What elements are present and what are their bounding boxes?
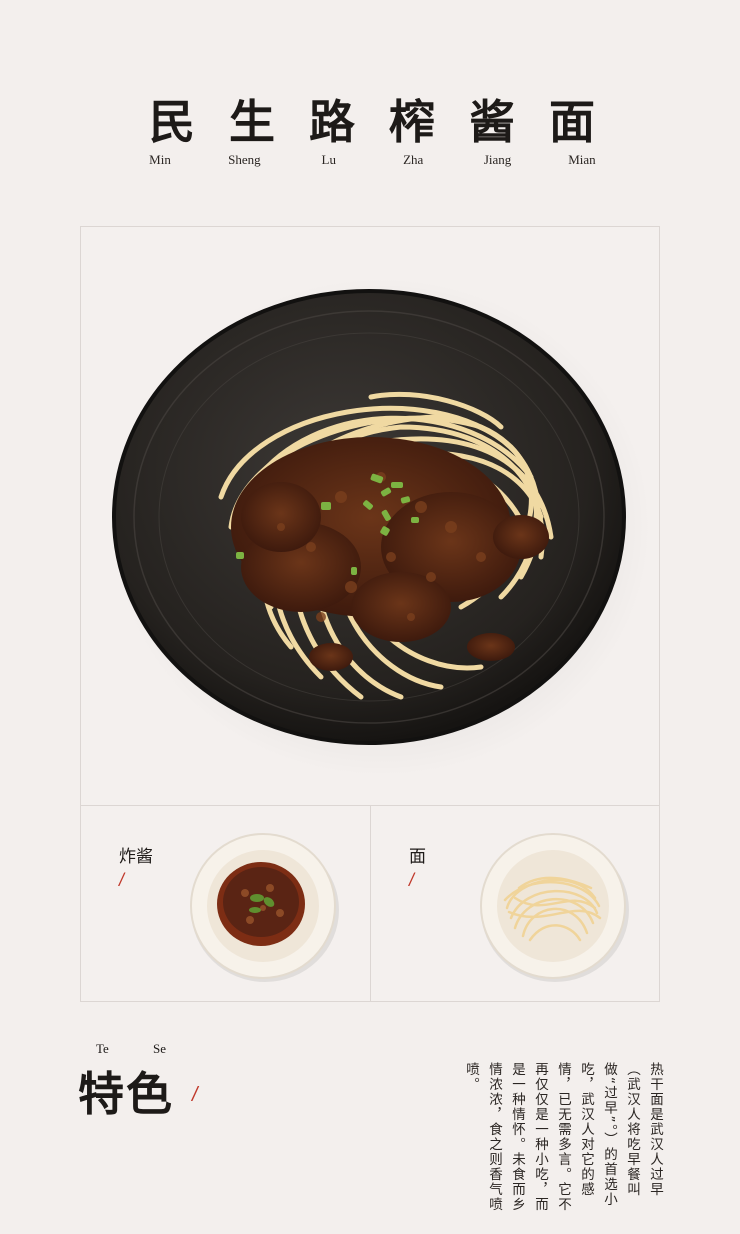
title-char-1: 民 xyxy=(149,95,195,149)
feature-pinyin-2: Se xyxy=(153,1041,166,1056)
title-char-5: 酱 xyxy=(469,95,515,149)
feature-pinyin-1: Te xyxy=(96,1041,109,1056)
feature-description: 热干面是武汉人过早（武汉人将吃早餐叫做“过早”。）的首选小吃，武汉人对它的感情，… xyxy=(463,1062,663,1212)
accent-slash: / xyxy=(192,1084,198,1106)
pinyin-6: Mian xyxy=(568,152,596,167)
ingredient-noodles: 面 / xyxy=(371,806,659,1001)
noodle-plate-illustration xyxy=(480,833,629,982)
title-chinese: 民 生 路 榨 酱 面 xyxy=(142,92,602,152)
noodle-bowl-illustration xyxy=(111,277,651,777)
title-char-6: 面 xyxy=(549,95,595,149)
pinyin-2: Sheng xyxy=(228,152,261,167)
accent-slash: / xyxy=(119,870,125,890)
pinyin-3: Lu xyxy=(321,152,336,167)
hero-dish-photo xyxy=(81,227,659,806)
feature-title: 特色 xyxy=(78,1067,174,1121)
title-pinyin: Min Sheng Lu Zha Jiang Mian xyxy=(126,152,616,168)
pinyin-5: Jiang xyxy=(483,152,512,167)
ingredient-sauce: 炸酱 / xyxy=(81,806,371,1001)
pinyin-1: Min xyxy=(149,152,171,167)
ingredient-label-sauce: 炸酱 xyxy=(119,847,153,866)
title-char-3: 路 xyxy=(309,95,355,149)
accent-slash: / xyxy=(409,870,415,890)
title-char-2: 生 xyxy=(229,95,275,149)
pinyin-4: Zha xyxy=(403,152,424,167)
ingredient-label-noodles: 面 xyxy=(409,847,426,866)
image-frame: 炸酱 / 面 / xyxy=(80,226,660,1002)
title-char-4: 榨 xyxy=(389,95,435,149)
sauce-bowl-illustration xyxy=(190,833,339,982)
feature-pinyin: Te Se xyxy=(96,1041,166,1057)
